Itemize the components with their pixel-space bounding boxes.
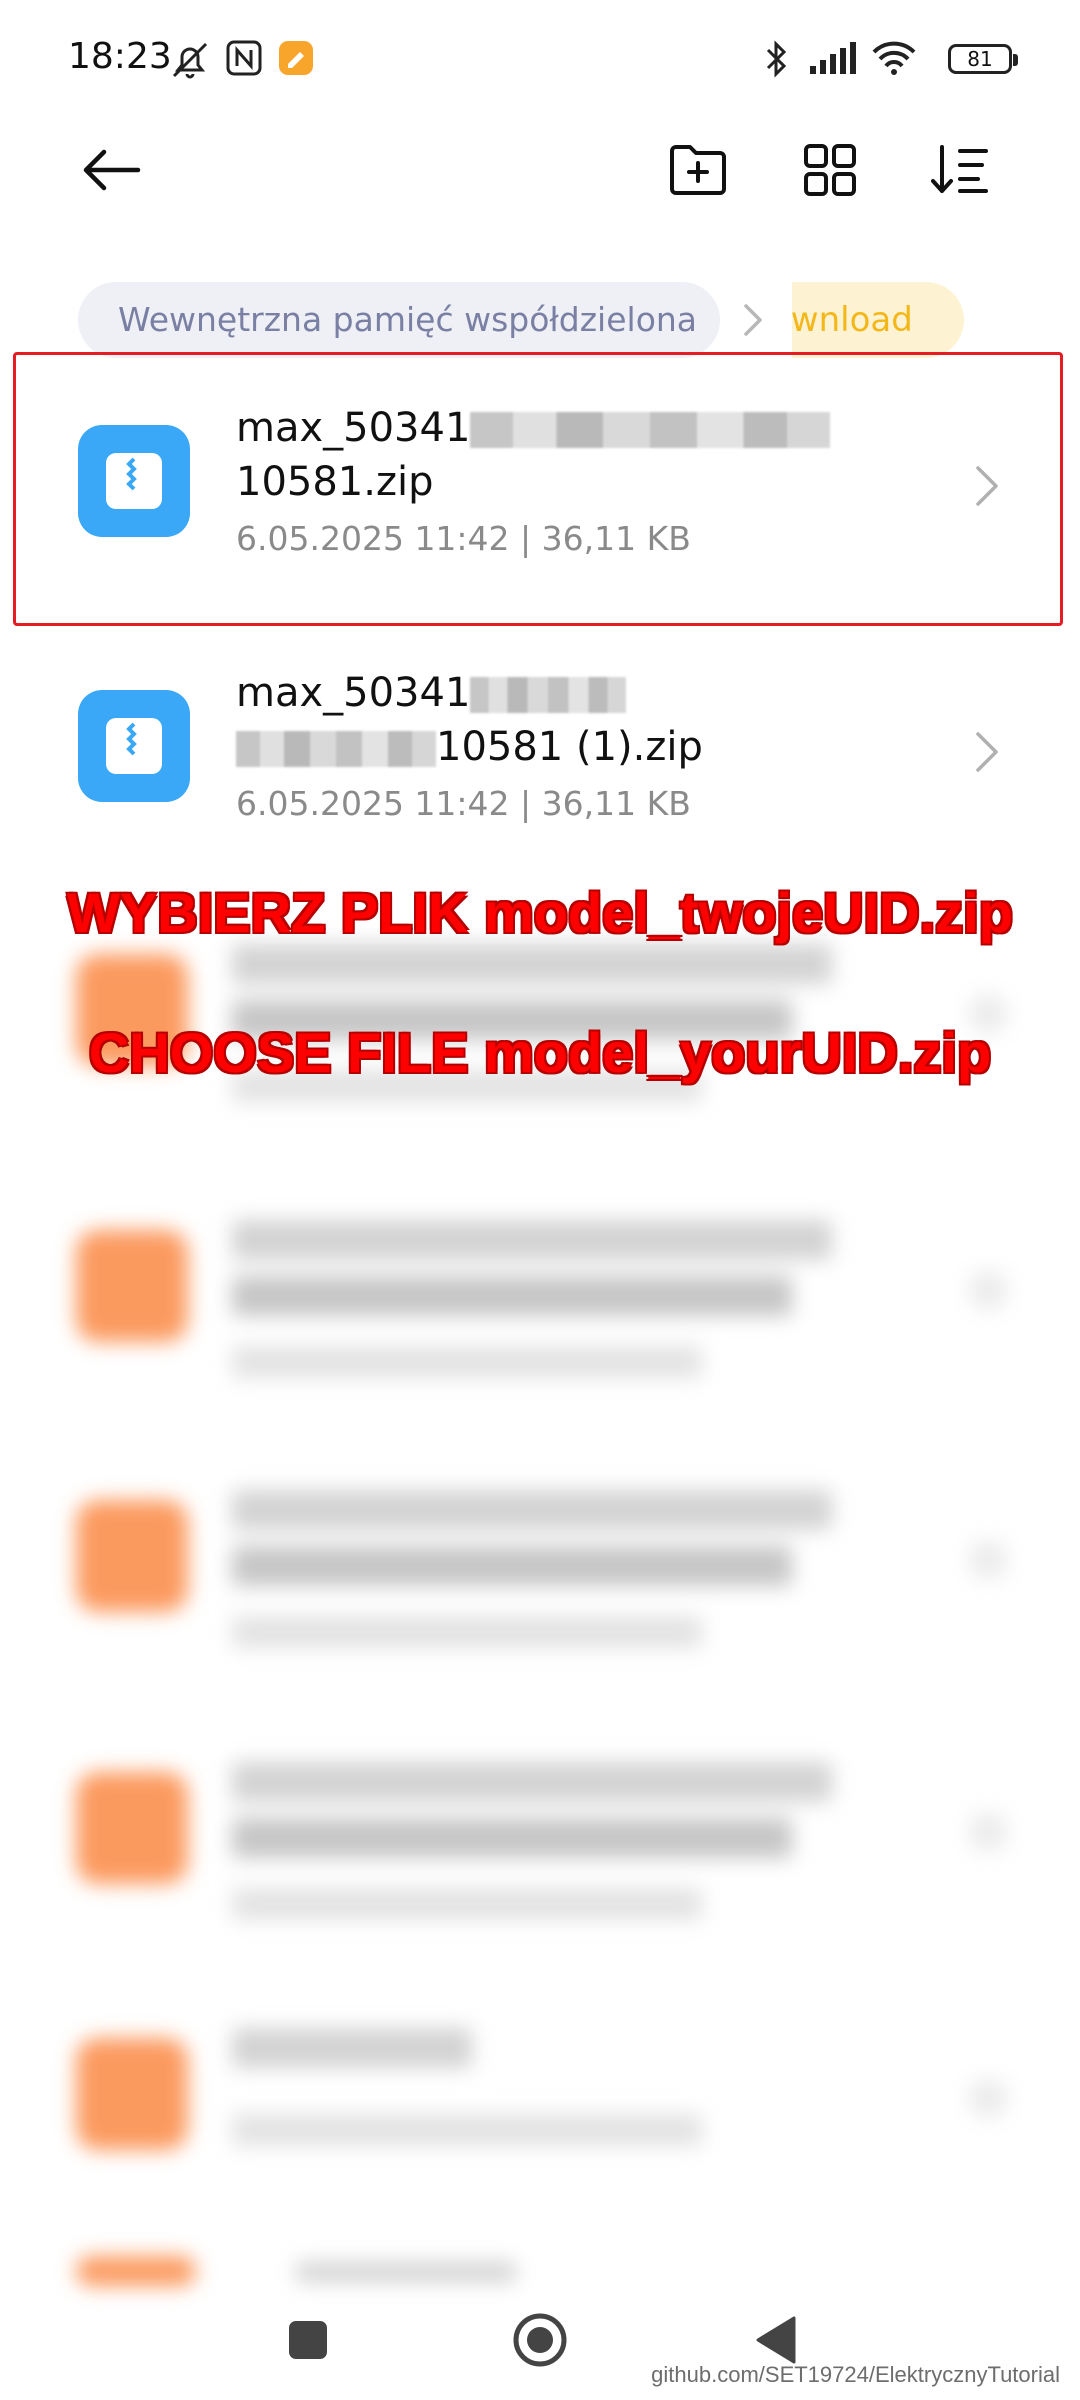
signal-icon <box>808 38 860 82</box>
breadcrumb-current-label: ownload <box>792 300 913 340</box>
file-name-line2: 10581.zip <box>236 459 434 505</box>
file-meta: 6.05.2025 11:42 | 36,11 KB <box>236 519 691 558</box>
watermark: github.com/SET19724/ElektrycznyTutorial <box>651 2362 1060 2387</box>
redacted-text <box>236 731 436 767</box>
new-folder-icon[interactable] <box>658 130 738 210</box>
file-name: max_50341 10581 (1).zip <box>236 666 876 774</box>
wifi-icon <box>870 38 918 82</box>
status-bar: 18:23 81 <box>0 0 1080 120</box>
redacted-text <box>470 412 831 448</box>
chevron-right-icon <box>972 724 1002 784</box>
home-circle-icon[interactable] <box>500 2300 580 2380</box>
breadcrumb-current[interactable]: ownload <box>792 282 964 358</box>
back-arrow-icon[interactable] <box>70 130 150 210</box>
file-name-line1: max_50341 <box>236 670 471 716</box>
file-name-line1: max_50341 <box>236 405 471 451</box>
chevron-right-icon <box>738 298 768 346</box>
grid-view-icon[interactable] <box>790 130 870 210</box>
silent-bell-icon <box>168 38 212 86</box>
breadcrumb-parent[interactable]: Wewnętrzna pamięć współdzielona <box>78 282 720 358</box>
blurred-file-row <box>0 2028 1080 2228</box>
chevron-right-icon <box>972 458 1002 518</box>
blurred-file-row <box>0 1490 1080 1690</box>
blurred-file-row <box>0 1762 1080 1962</box>
zip-file-icon <box>78 690 190 802</box>
status-time: 18:23 <box>68 36 172 77</box>
app-notification-icon <box>276 38 316 82</box>
nfc-icon <box>224 38 264 82</box>
redacted-text <box>470 677 627 713</box>
file-name: max_50341 10581.zip <box>236 401 876 509</box>
file-row-1[interactable]: max_50341 10581.zip 6.05.2025 11:42 | 36… <box>0 352 1080 626</box>
bluetooth-icon <box>760 38 794 84</box>
blurred-file-row <box>0 1220 1080 1420</box>
battery-icon: 81 <box>948 44 1018 74</box>
file-name-line2: 10581 (1).zip <box>436 724 703 770</box>
instruction-text-pl: WYBIERZ PLIK model_twojeUID.zip <box>67 881 1013 944</box>
instruction-text-en: CHOOSE FILE model_yourUID.zip <box>88 1021 992 1084</box>
sort-icon[interactable] <box>920 130 1000 210</box>
zip-file-icon <box>78 425 190 537</box>
file-meta: 6.05.2025 11:42 | 36,11 KB <box>236 784 691 823</box>
file-row-2[interactable]: max_50341 10581 (1).zip 6.05.2025 11:42 … <box>0 618 1080 888</box>
blurred-file-row <box>0 2256 1080 2296</box>
recents-square-icon[interactable] <box>268 2300 348 2380</box>
